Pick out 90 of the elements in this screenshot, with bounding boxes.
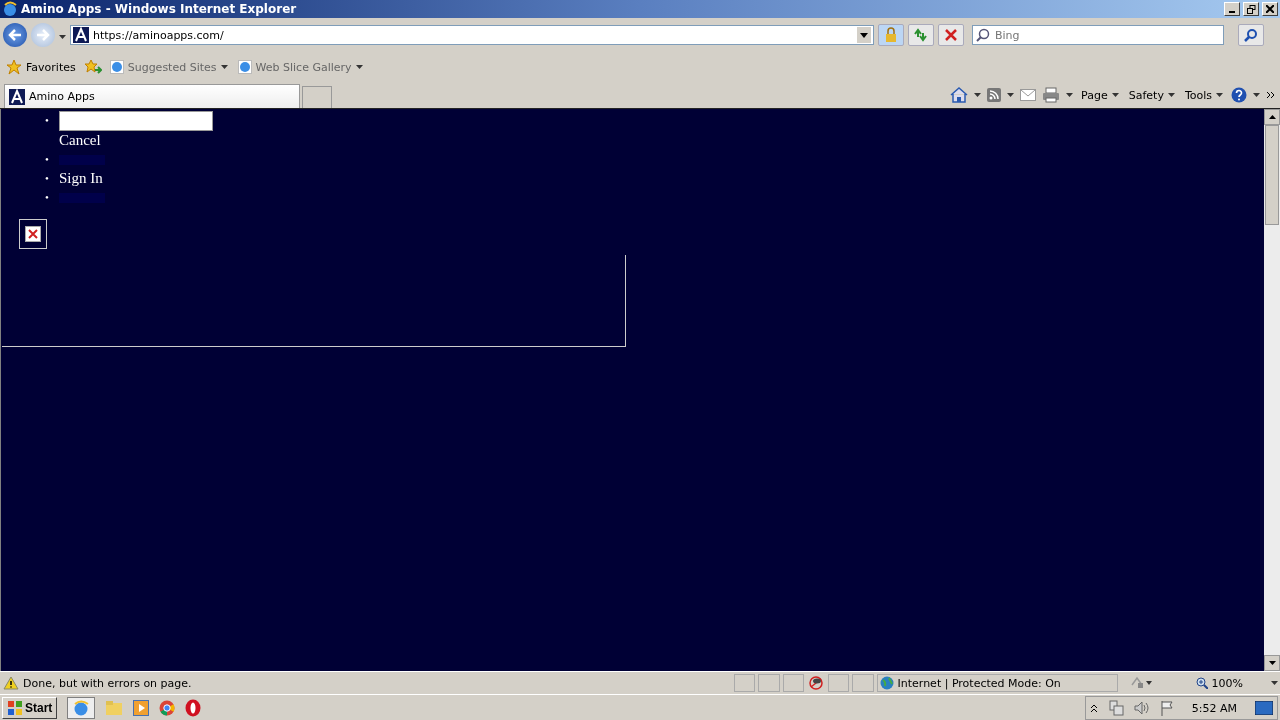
search-icon [976, 28, 990, 42]
network-icon[interactable] [1107, 700, 1124, 716]
bullet: • [45, 113, 50, 128]
caret-icon [1216, 93, 1223, 97]
caret-icon [1066, 93, 1074, 97]
search-field[interactable]: Bing [972, 25, 1224, 45]
security-zone: Internet | Protected Mode: On [876, 674, 1119, 692]
page-icon [237, 60, 252, 74]
close-button[interactable] [1262, 2, 1278, 16]
caret-icon [59, 34, 66, 39]
site-icon [73, 27, 89, 43]
site-icon [9, 88, 25, 105]
down-arrow-icon [1268, 661, 1276, 665]
x-icon [25, 226, 41, 242]
warning-icon [3, 676, 19, 690]
bullet: • [45, 190, 50, 205]
browser-tab[interactable]: Amino Apps [4, 84, 300, 108]
help-icon[interactable] [1231, 87, 1247, 103]
status-panel [782, 674, 804, 692]
printer-icon[interactable] [1042, 87, 1061, 103]
command-menu[interactable]: Page [1079, 86, 1121, 104]
home-icon[interactable] [950, 87, 969, 103]
padlock-icon [884, 27, 898, 43]
up-arrow-icon [1268, 115, 1276, 119]
chevron-icon[interactable] [1266, 91, 1276, 99]
cancel-link[interactable]: Cancel [59, 132, 101, 148]
caret-icon [1111, 93, 1119, 97]
bullet: • [45, 152, 50, 167]
star-icon [6, 59, 22, 75]
clock[interactable]: 5:52 AM [1191, 701, 1237, 715]
start-button[interactable]: Start [2, 697, 58, 719]
caret-icon [220, 65, 228, 69]
caret-icon [1007, 93, 1015, 97]
arrow-right-icon [36, 29, 50, 41]
sign-in-link[interactable]: Sign In [59, 169, 103, 188]
arrow-left-icon [8, 29, 22, 41]
dropdown-icon[interactable] [857, 27, 871, 43]
volume-icon[interactable] [1133, 700, 1150, 716]
add-favorite-icon[interactable] [83, 59, 102, 75]
command-menu[interactable]: Safety [1126, 86, 1177, 104]
restore-icon [1246, 4, 1256, 14]
tray-expand-icon[interactable] [1089, 703, 1098, 713]
favorites-link[interactable]: Web Slice Gallery [235, 58, 365, 76]
flag-icon[interactable] [1159, 700, 1174, 716]
caret-icon [1167, 93, 1175, 97]
caret-icon [974, 93, 982, 97]
search-icon [1244, 28, 1258, 42]
mail-icon[interactable] [1020, 89, 1037, 101]
window-title: Amino Apps - Windows Internet Explorer [21, 2, 298, 16]
scroll-down-button[interactable] [1264, 655, 1280, 671]
scroll-thumb[interactable] [1265, 125, 1279, 225]
opera-icon[interactable] [185, 699, 202, 717]
media-player-icon[interactable] [133, 700, 150, 716]
lock-button[interactable] [878, 24, 904, 46]
feed-icon[interactable] [987, 88, 1002, 102]
scroll-up-button[interactable] [1264, 109, 1280, 125]
favorites-button[interactable]: Favorites [4, 57, 78, 77]
minimize-button[interactable] [1224, 2, 1240, 16]
status-message: Done, but with errors on page. [23, 676, 192, 690]
restore-button[interactable] [1243, 2, 1259, 16]
browser-icon [2, 1, 18, 17]
search-button[interactable] [1238, 24, 1264, 46]
privacy-icon[interactable] [807, 675, 825, 691]
caret-icon [1271, 681, 1278, 685]
bullet: • [45, 171, 50, 186]
status-panel [733, 674, 756, 692]
refresh-icon [913, 28, 929, 42]
zoom-icon [1195, 677, 1208, 689]
status-panel [827, 674, 850, 692]
zoom-button[interactable]: 100% [1193, 674, 1280, 692]
close-icon [1266, 5, 1274, 13]
search-input[interactable] [59, 111, 213, 131]
command-menu[interactable]: Tools [1182, 86, 1225, 104]
status-panel [758, 674, 780, 692]
caret-icon [1253, 93, 1260, 97]
address-field[interactable]: https://aminoapps.com/ [70, 25, 874, 45]
windows-logo-icon [7, 700, 23, 716]
browser-taskbar-button[interactable] [67, 697, 96, 719]
refresh-button[interactable] [908, 24, 934, 46]
status-panel [852, 674, 874, 692]
browser-icon [72, 699, 91, 717]
stop-icon [945, 29, 957, 41]
stop-button[interactable] [938, 24, 964, 46]
protected-mode-icon[interactable] [1130, 676, 1154, 690]
chrome-icon[interactable] [159, 700, 176, 716]
globe-icon [879, 676, 894, 690]
favorites-link[interactable]: Suggested Sites [107, 58, 230, 76]
page-icon [109, 60, 124, 74]
back-button[interactable] [3, 23, 27, 47]
caret-icon [355, 65, 363, 69]
